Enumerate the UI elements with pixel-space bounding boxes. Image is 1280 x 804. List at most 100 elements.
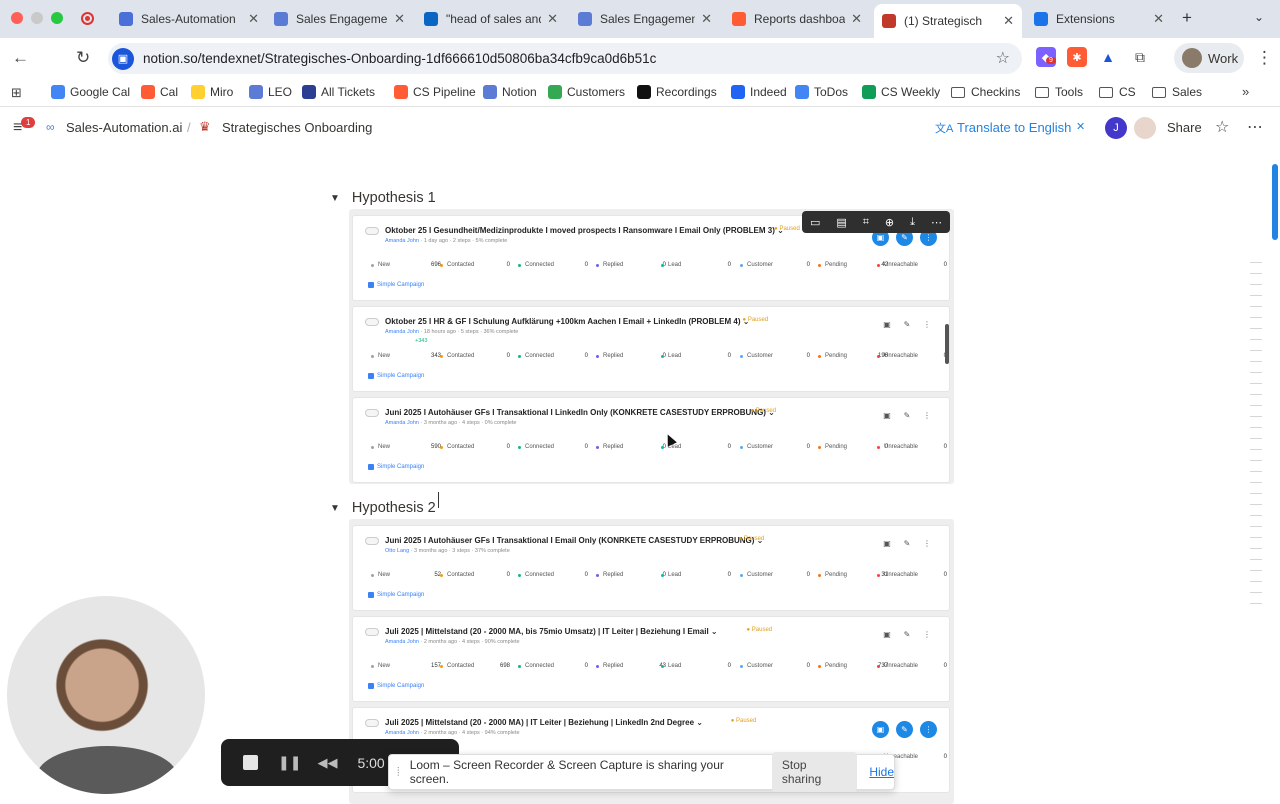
- minimize-window-button[interactable]: [31, 12, 43, 24]
- breadcrumb-workspace[interactable]: Sales-Automation.ai: [66, 120, 182, 135]
- caption-icon[interactable]: ▤: [836, 216, 846, 229]
- outline-marker[interactable]: [1250, 328, 1262, 329]
- outline-marker[interactable]: [1250, 317, 1262, 318]
- outline-marker[interactable]: [1250, 350, 1262, 351]
- comment-icon[interactable]: ▭: [810, 216, 820, 229]
- campaign-card[interactable]: Juni 2025 I Autohäuser GFs I Transaktion…: [352, 397, 950, 483]
- outline-marker[interactable]: [1250, 603, 1262, 604]
- campaign-toggle[interactable]: [365, 227, 379, 235]
- favorite-star-icon[interactable]: ☆: [1215, 117, 1229, 137]
- outline-marker[interactable]: [1250, 592, 1262, 593]
- more-icon[interactable]: ⋮: [920, 721, 937, 738]
- scrollbar-thumb[interactable]: [1272, 164, 1278, 240]
- outline-marker[interactable]: [1250, 460, 1262, 461]
- archive-icon[interactable]: ▣: [877, 320, 897, 329]
- bookmark-item[interactable]: Checkins: [951, 85, 1020, 99]
- outline-marker[interactable]: [1250, 306, 1262, 307]
- outline-marker[interactable]: [1250, 339, 1262, 340]
- zoom-icon[interactable]: ⊕: [885, 216, 894, 229]
- campaign-toggle[interactable]: [365, 628, 379, 636]
- outline-marker[interactable]: [1250, 493, 1262, 494]
- more-icon[interactable]: ⋮: [917, 320, 937, 329]
- close-tab-icon[interactable]: ✕: [248, 11, 259, 27]
- collapse-toggle-icon[interactable]: ▼: [330, 193, 340, 204]
- outline-marker[interactable]: [1250, 284, 1262, 285]
- hide-button[interactable]: Hide: [869, 765, 894, 779]
- edit-icon[interactable]: ✎: [896, 721, 913, 738]
- browser-menu-icon[interactable]: ⋮: [1256, 48, 1273, 68]
- bookmark-item[interactable]: Google Cal: [51, 85, 130, 99]
- webcam-bubble[interactable]: [7, 596, 205, 794]
- campaign-card[interactable]: Juli 2025 | Mittelstand (20 - 2000 MA, b…: [352, 616, 950, 702]
- campaign-toggle[interactable]: [365, 537, 379, 545]
- outline-marker[interactable]: [1250, 405, 1262, 406]
- url-text[interactable]: notion.so/tendexnet/Strategisches-Onboar…: [143, 51, 656, 66]
- close-tab-icon[interactable]: ✕: [394, 11, 405, 27]
- archive-icon[interactable]: ▣: [872, 721, 889, 738]
- close-window-button[interactable]: [11, 12, 23, 24]
- bookmark-item[interactable]: CS: [1099, 85, 1136, 99]
- hypothesis-heading[interactable]: ▼ Hypothesis 1: [330, 190, 436, 206]
- tab-4[interactable]: Reports dashboard ✕: [724, 4, 870, 34]
- outline-marker[interactable]: [1250, 559, 1262, 560]
- outline-marker[interactable]: [1250, 581, 1262, 582]
- bookmark-item[interactable]: Notion: [483, 85, 537, 99]
- collapse-toggle-icon[interactable]: ▼: [330, 503, 340, 514]
- extension-icon[interactable]: ◆9: [1036, 47, 1056, 67]
- bookmark-star-icon[interactable]: ☆: [996, 48, 1010, 68]
- restart-icon[interactable]: ◀◀: [317, 755, 337, 771]
- more-icon[interactable]: ⋮: [917, 411, 937, 420]
- bookmark-item[interactable]: Tools: [1035, 85, 1083, 99]
- site-info-icon[interactable]: ▣: [112, 47, 134, 70]
- more-icon[interactable]: ⋮: [917, 539, 937, 548]
- outline-marker[interactable]: [1250, 383, 1262, 384]
- bookmark-item[interactable]: LEO: [249, 85, 292, 99]
- outline-marker[interactable]: [1250, 471, 1262, 472]
- outline-marker[interactable]: [1250, 504, 1262, 505]
- drag-handle-icon[interactable]: ⦙: [397, 765, 400, 780]
- outline-marker[interactable]: [1250, 515, 1262, 516]
- campaign-toggle[interactable]: [365, 409, 379, 417]
- outline-marker[interactable]: [1250, 416, 1262, 417]
- bookmark-item[interactable]: Indeed: [731, 85, 787, 99]
- bookmark-item[interactable]: CS Pipeline: [394, 85, 476, 99]
- outline-marker[interactable]: [1250, 537, 1262, 538]
- tab-3[interactable]: Sales Engagement ✕: [570, 4, 720, 34]
- translate-button[interactable]: Translate to English: [957, 120, 1071, 135]
- bookmark-item[interactable]: CS Weekly: [862, 85, 940, 99]
- close-tab-icon[interactable]: ✕: [851, 11, 862, 27]
- puzzle-icon[interactable]: ⧉: [1130, 47, 1150, 67]
- tab-0[interactable]: Sales-Automation ✕: [111, 4, 267, 34]
- reload-button[interactable]: ↻: [76, 48, 90, 68]
- url-bar[interactable]: ▣ notion.so/tendexnet/Strategisches-Onbo…: [108, 43, 1022, 74]
- bookmark-item[interactable]: Recordings: [637, 85, 717, 99]
- share-button[interactable]: Share: [1167, 120, 1202, 135]
- close-tab-icon[interactable]: ✕: [1003, 13, 1014, 29]
- outline-marker[interactable]: [1250, 449, 1262, 450]
- profile-button[interactable]: Work: [1174, 43, 1244, 73]
- hypothesis-heading[interactable]: ▼ Hypothesis 2: [330, 500, 436, 516]
- outline-marker[interactable]: [1250, 526, 1262, 527]
- bookmark-item[interactable]: Sales: [1152, 85, 1202, 99]
- tab-6[interactable]: Extensions ✕: [1026, 4, 1172, 34]
- tab-5[interactable]: (1) Strategisch ✕: [874, 4, 1022, 38]
- embedded-scrollbar[interactable]: [945, 324, 949, 364]
- archive-icon[interactable]: ▣: [877, 411, 897, 420]
- tab-2[interactable]: "head of sales and ✕: [416, 4, 566, 34]
- edit-icon[interactable]: ✎: [897, 539, 917, 548]
- edit-icon[interactable]: ✎: [897, 320, 917, 329]
- edit-icon[interactable]: ✎: [897, 411, 917, 420]
- outline-marker[interactable]: [1250, 548, 1262, 549]
- crop-icon[interactable]: ⌗: [863, 216, 869, 229]
- bookmark-item[interactable]: Cal: [141, 85, 178, 99]
- outline-marker[interactable]: [1250, 262, 1262, 263]
- download-icon[interactable]: ⤓: [910, 216, 915, 229]
- outline-marker[interactable]: [1250, 394, 1262, 395]
- stop-sharing-button[interactable]: Stop sharing: [771, 752, 858, 792]
- back-button[interactable]: ←: [12, 48, 29, 68]
- outline-marker[interactable]: [1250, 482, 1262, 483]
- more-bookmarks-icon[interactable]: »: [1242, 84, 1249, 99]
- close-tab-icon[interactable]: ✕: [701, 11, 712, 27]
- outline-marker[interactable]: [1250, 295, 1262, 296]
- more-icon[interactable]: ⋮: [917, 630, 937, 639]
